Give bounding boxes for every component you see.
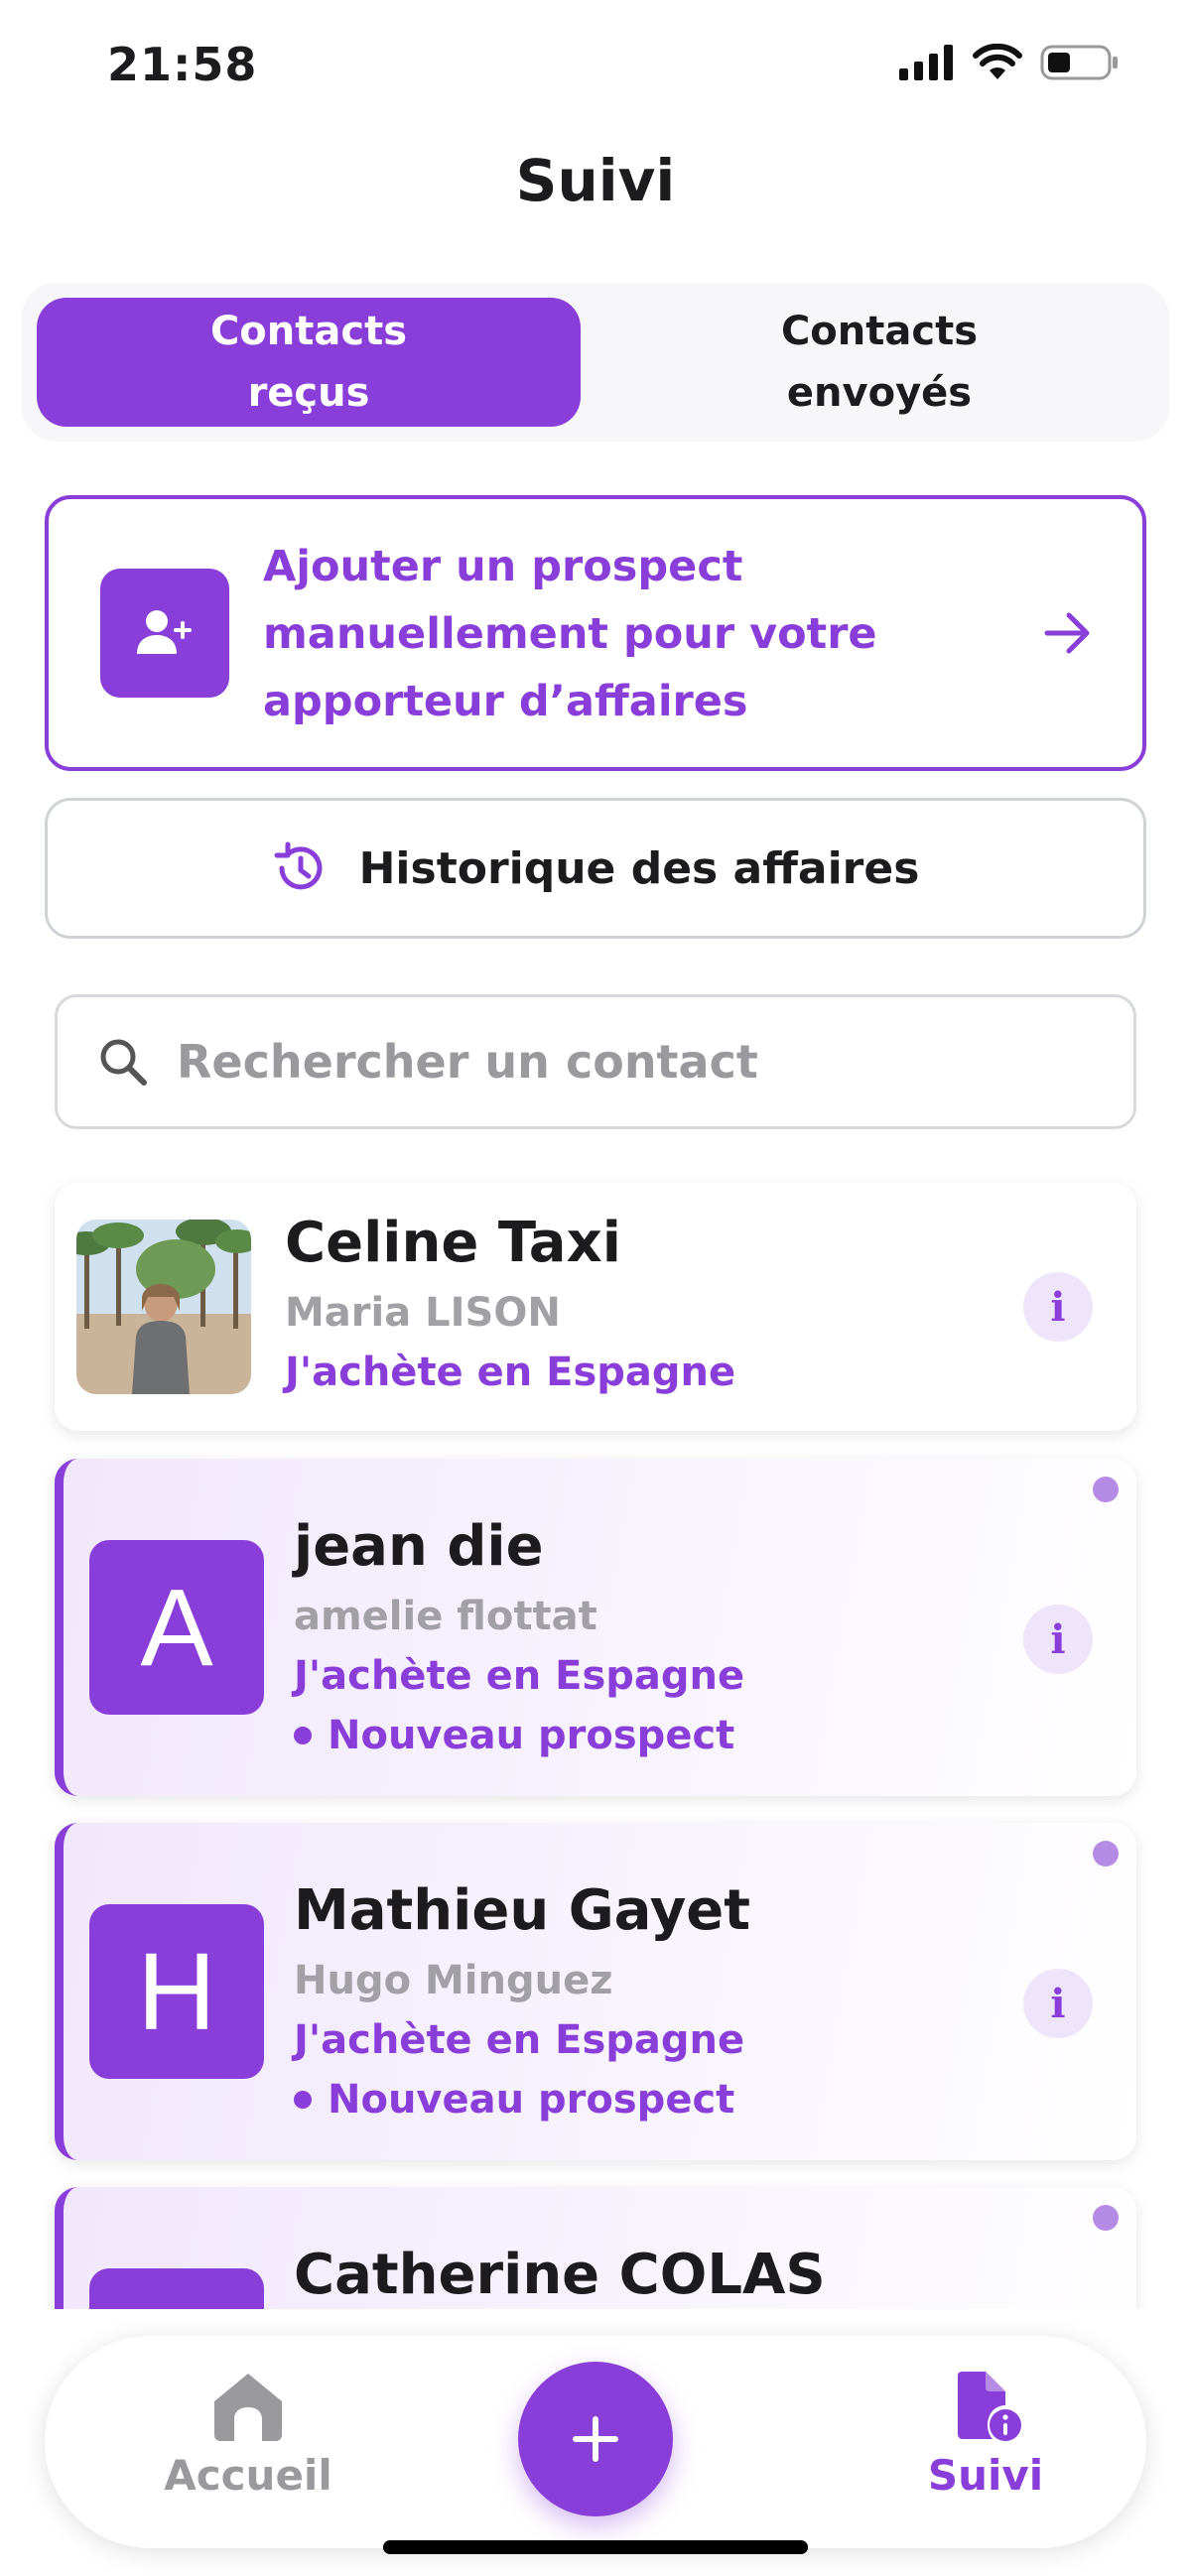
info-icon: i [1050,1615,1066,1663]
add-user-icon [137,610,192,654]
nav-suivi-label: Suivi [927,2451,1044,2500]
add-prospect-line: Ajouter un prospect [263,542,743,591]
status-dot [294,2091,312,2109]
tab-label: Contacts [780,309,979,354]
contact-card[interactable]: Celine Taxi Maria LISON J'achète en Espa… [55,1183,1136,1431]
status-dot [294,1727,312,1744]
nav-suivi[interactable]: Suivi [886,2370,1085,2500]
contact-name: Mathieu Gayet [294,1878,750,1943]
signal-icon [899,45,953,80]
contact-request: J'achète en Espagne [294,2017,745,2063]
add-prospect-button[interactable]: Ajouter un prospect manuellement pour vo… [45,495,1146,771]
contact-status: Nouveau prospect [294,1713,734,1758]
contact-avatar-letter [89,2268,264,2309]
info-icon: i [1050,1980,1066,2027]
wifi-icon [973,44,1022,79]
contact-avatar-letter: H [89,1904,264,2079]
contact-referrer: amelie flottat [294,1594,597,1639]
history-icon [274,841,323,890]
history-button[interactable]: Historique des affaires [45,798,1146,939]
page-title: Suivi [515,147,676,214]
contact-avatar-letter: A [89,1540,264,1715]
status-label: Nouveau prospect [328,1713,735,1758]
status-bar: 21:58 [0,0,1191,134]
contact-status: Nouveau prospect [294,2077,734,2123]
unread-dot [1093,1841,1119,1867]
home-indicator [383,2540,808,2554]
status-label: Nouveau prospect [328,2077,735,2123]
add-fab-button[interactable] [518,2362,673,2516]
document-info-icon [958,2372,1021,2441]
contact-name: Catherine COLAS [294,2243,826,2307]
contact-card[interactable]: Catherine COLAS [55,2187,1136,2309]
home-icon [214,2374,282,2441]
info-button[interactable]: i [1023,1272,1093,1342]
nav-home-label: Accueil [164,2451,332,2500]
bottom-nav: Accueil Suivi [45,2336,1146,2548]
history-label: Historique des affaires [358,842,920,894]
tab-label: envoyés [786,370,973,416]
tab-contacts-envoyes[interactable]: Contacts envoyés [607,298,1151,427]
contact-avatar-photo [76,1220,251,1394]
search-bar [55,994,1136,1129]
contact-request: J'achète en Espagne [285,1350,736,1395]
plus-icon [573,2416,618,2462]
nav-home[interactable]: Accueil [124,2370,372,2500]
unread-dot [1093,1477,1119,1502]
search-icon [100,1039,147,1086]
add-user-icon-box [100,569,229,698]
info-button[interactable]: i [1023,1605,1093,1674]
add-prospect-line: apporteur d’affaires [263,677,748,726]
unread-dot [1093,2205,1119,2231]
arrow-right-icon [1044,612,1090,654]
search-input[interactable] [177,1035,1070,1089]
contact-referrer: Maria LISON [285,1290,561,1336]
tab-label: Contacts [209,309,408,354]
contact-request: J'achète en Espagne [294,1653,745,1699]
contact-referrer: Hugo Minguez [294,1958,613,2003]
tab-contacts-recus[interactable]: Contacts reçus [37,298,581,427]
status-time: 21:58 [107,38,258,91]
tab-label: reçus [247,370,370,416]
add-prospect-label: Ajouter un prospect manuellement pour vo… [263,533,938,735]
info-icon: i [1050,1283,1066,1331]
contact-card[interactable]: H Mathieu Gayet Hugo Minguez J'achète en… [55,1823,1136,2160]
contacts-tab-switcher: Contacts reçus Contacts envoyés [22,283,1169,442]
contact-name: jean die [294,1514,544,1579]
contact-card[interactable]: A jean die amelie flottat J'achète en Es… [55,1459,1136,1796]
battery-icon [1040,45,1118,80]
contact-name: Celine Taxi [285,1211,621,1275]
info-button[interactable]: i [1023,1969,1093,2038]
status-icons [899,44,1120,81]
contact-list: Celine Taxi Maria LISON J'achète en Espa… [0,1171,1191,2309]
add-prospect-line: manuellement pour votre [263,609,877,659]
